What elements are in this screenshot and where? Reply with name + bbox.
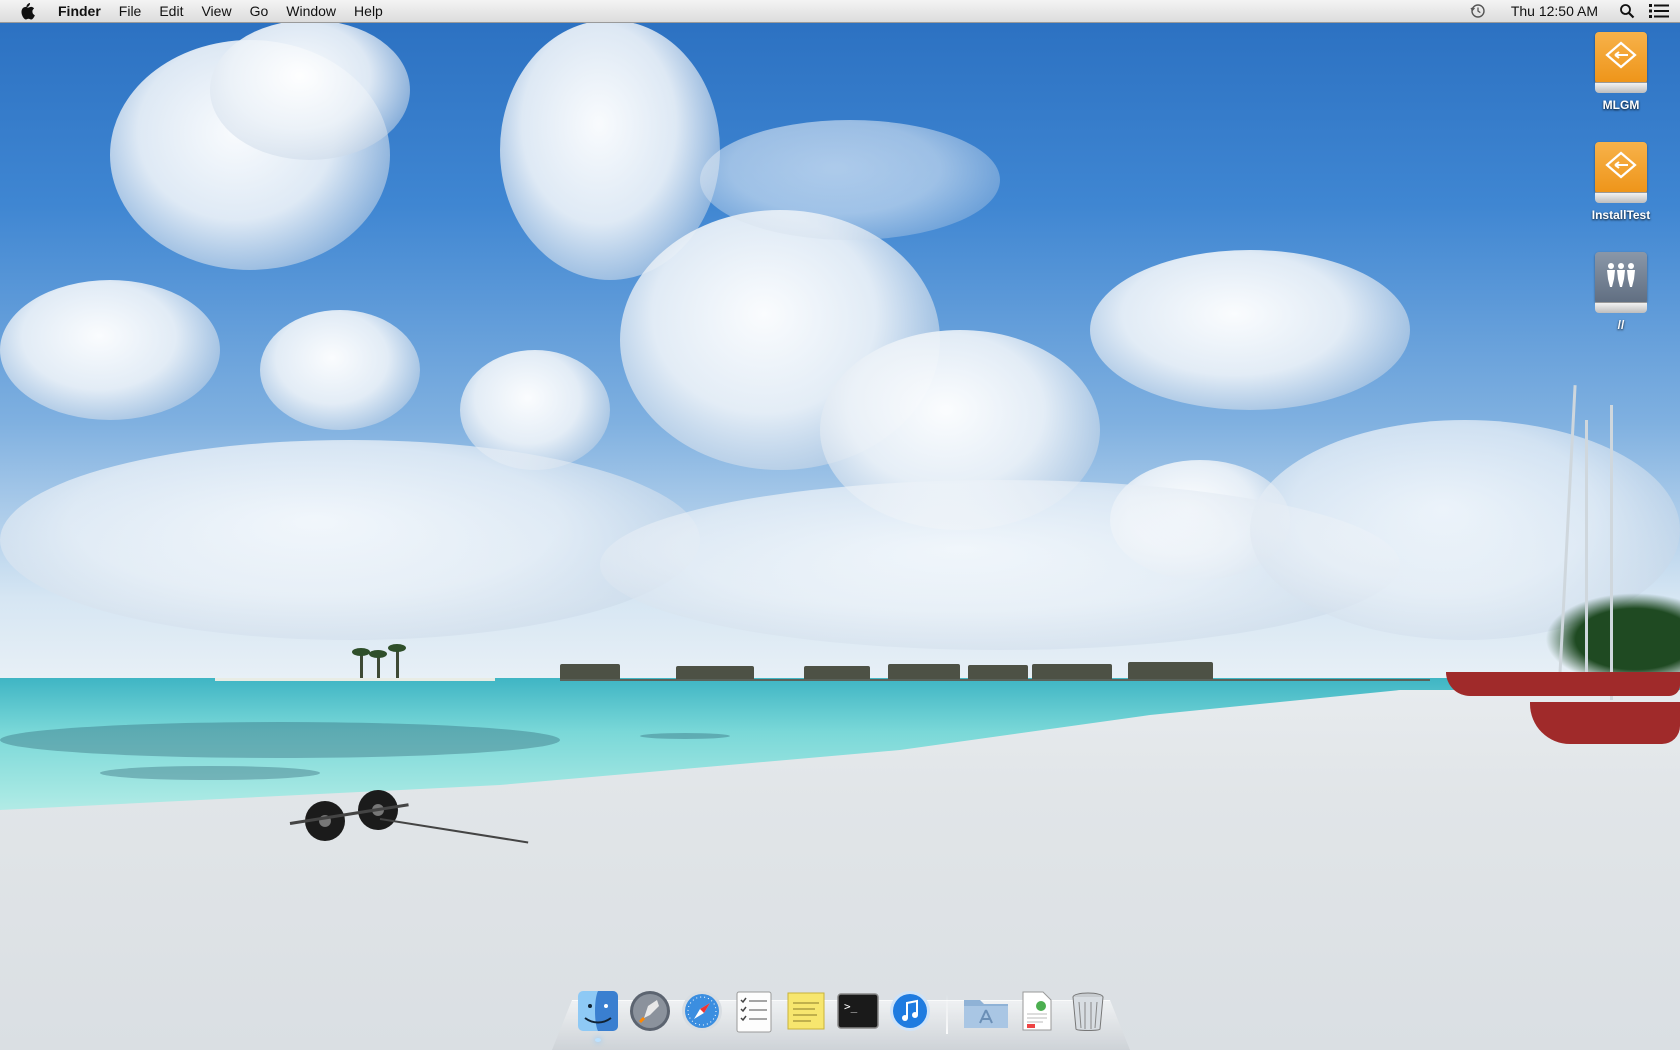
wallpaper-villa [1032, 664, 1112, 679]
dock-safari[interactable] [679, 988, 725, 1034]
itunes-icon [890, 991, 930, 1031]
stickies-icon [787, 992, 825, 1030]
menu-view[interactable]: View [192, 0, 240, 22]
dock-trash[interactable] [1065, 988, 1111, 1034]
menu-help[interactable]: Help [345, 0, 392, 22]
wallpaper-mast [1610, 405, 1613, 700]
terminal-icon [837, 993, 879, 1029]
safari-icon [682, 991, 722, 1031]
trash-icon [1072, 992, 1104, 1031]
menu-go[interactable]: Go [241, 0, 278, 22]
desktop-icon-label: // [1617, 318, 1625, 332]
launchpad-icon [630, 991, 670, 1031]
menu-bar: Finder File Edit View Go Window Help Thu… [0, 0, 1680, 23]
wallpaper-reef [0, 722, 560, 758]
wallpaper-palm-trees [1530, 585, 1680, 675]
terminal-prompt: >_ [844, 1000, 858, 1013]
wallpaper-sandbar [215, 678, 495, 681]
menu-app-finder[interactable]: Finder [49, 0, 110, 22]
menu-extras: Thu 12:50 AM [1467, 0, 1680, 22]
desktop-icon-network-share[interactable]: // [1571, 252, 1671, 332]
dock-applications-stack[interactable] [961, 988, 1008, 1034]
wallpaper-villa [560, 664, 620, 679]
menu-clock[interactable]: Thu 12:50 AM [1511, 3, 1598, 19]
dock-launchpad[interactable] [627, 988, 673, 1034]
running-indicator [595, 1038, 601, 1042]
wallpaper-palm [369, 650, 387, 678]
wallpaper-palm [352, 648, 370, 678]
menu-edit[interactable]: Edit [150, 0, 192, 22]
network-share-icon [1595, 252, 1647, 314]
spotlight-icon[interactable] [1616, 0, 1638, 22]
reminders-icon [736, 991, 772, 1033]
wallpaper-cloud [0, 440, 700, 640]
external-drive-icon [1595, 142, 1647, 204]
wallpaper-villa [888, 664, 960, 679]
wallpaper-catamaran [1446, 672, 1680, 696]
wallpaper-pier [560, 679, 1430, 681]
desktop-icon-installtest[interactable]: InstallTest [1571, 142, 1671, 222]
apple-menu-icon[interactable] [17, 0, 37, 22]
wallpaper-villa [968, 665, 1028, 679]
desktop-wallpaper [0, 0, 1680, 1050]
documents-stack-icon [1022, 991, 1052, 1031]
wallpaper-reef [640, 733, 730, 739]
dock-terminal[interactable]: >_ [835, 988, 881, 1034]
dock: >_ [572, 986, 1114, 1042]
applications-folder-icon [964, 1000, 1008, 1028]
wallpaper-villa [1128, 662, 1213, 679]
dock-stickies[interactable] [783, 988, 829, 1034]
wallpaper-palm [388, 644, 406, 678]
desktop-icon-label: InstallTest [1591, 208, 1651, 222]
notification-list-icon[interactable] [1648, 0, 1670, 22]
wallpaper-cloud [260, 310, 420, 430]
wallpaper-cloud [700, 120, 1000, 240]
finder-icon [578, 991, 618, 1031]
wallpaper-catamaran [1530, 702, 1680, 744]
menu-file[interactable]: File [110, 0, 151, 22]
time-machine-icon[interactable] [1467, 0, 1489, 22]
desktop-icon-mlgm[interactable]: MLGM [1571, 32, 1671, 112]
dock-itunes[interactable] [887, 988, 933, 1034]
wallpaper-cloud [1090, 250, 1410, 410]
desktop-icon-label: MLGM [1602, 98, 1640, 112]
wallpaper-villa [804, 666, 870, 679]
wallpaper-mast [1585, 420, 1588, 695]
menu-window[interactable]: Window [277, 0, 345, 22]
wallpaper-cloud [0, 280, 220, 420]
dock-separator [946, 994, 948, 1034]
wallpaper-reef [100, 766, 320, 780]
dock-finder[interactable] [575, 988, 621, 1042]
external-drive-icon [1595, 32, 1647, 94]
dock-documents-stack[interactable] [1013, 988, 1059, 1034]
dock-reminders[interactable] [731, 988, 777, 1034]
wallpaper-villa [676, 666, 754, 679]
wallpaper-cloud [210, 20, 410, 160]
